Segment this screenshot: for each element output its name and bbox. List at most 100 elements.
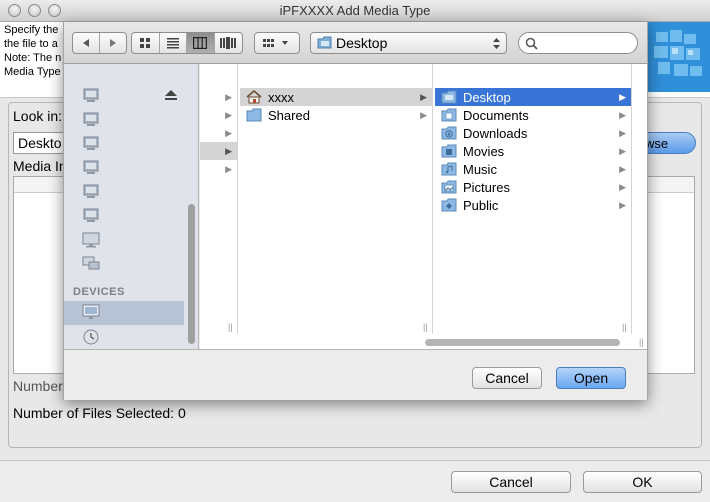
chevron-right-icon: ▶ — [619, 127, 626, 138]
app-logo-icon — [648, 22, 710, 92]
instruction-line: Specify the — [4, 24, 59, 36]
instruction-line: Media Type — [4, 66, 61, 78]
back-arrow-icon — [82, 39, 89, 47]
sidebar-item-time-machine[interactable] — [64, 325, 184, 349]
instruction-line: Note: The n — [4, 52, 62, 64]
sidebar-item-device-computer[interactable] — [64, 301, 184, 325]
chevron-right-icon: ▶ — [225, 127, 232, 138]
item-label: xxxx — [268, 89, 294, 105]
computer-icon — [83, 184, 99, 198]
eject-icon[interactable] — [165, 90, 177, 101]
time-machine-icon — [83, 329, 99, 345]
list-item[interactable]: Music ▶ — [435, 160, 631, 178]
sheet-footer: Cancel Open — [64, 349, 647, 400]
search-icon — [525, 37, 538, 50]
instruction-line: the file to a — [4, 38, 58, 50]
computer-icon — [83, 136, 99, 150]
computer-icon — [83, 88, 99, 102]
list-item[interactable]: xxxx ▶ — [240, 88, 432, 106]
list-item[interactable]: Documents ▶ — [435, 106, 631, 124]
pictures-folder-icon — [441, 180, 457, 194]
downloads-folder-icon — [441, 126, 457, 140]
network-icon — [82, 256, 100, 270]
horizontal-scrollbar[interactable] — [425, 339, 620, 346]
chevron-right-icon: ▶ — [225, 163, 232, 174]
icon-view-icon — [140, 38, 151, 48]
window-title: iPFXXXX Add Media Type — [279, 3, 431, 18]
list-item[interactable]: Movies ▶ — [435, 142, 631, 160]
list-item[interactable]: Downloads ▶ — [435, 124, 631, 142]
column-3: Desktop ▶ Documents ▶ Downloads ▶ Movies… — [435, 64, 632, 334]
column-browser: ▶ ▶ ▶ ▶ ▶ || xxxx ▶ Shared ▶ || Desktop — [200, 64, 647, 349]
list-item[interactable]: Desktop ▶ — [435, 88, 631, 106]
title-bar: iPFXXXX Add Media Type — [0, 0, 710, 22]
location-popup[interactable]: Desktop — [310, 32, 507, 54]
updown-arrows-icon — [493, 38, 500, 49]
media-info-label: Media In — [13, 158, 67, 174]
chevron-right-icon: ▶ — [225, 145, 232, 156]
cancel-button[interactable]: Cancel — [451, 471, 571, 493]
search-field[interactable] — [518, 32, 638, 54]
column-resize-handle[interactable]: || — [423, 322, 428, 332]
bottom-bar: Cancel OK — [0, 460, 710, 502]
open-button[interactable]: Open — [556, 367, 626, 389]
display-icon — [82, 232, 100, 248]
list-item[interactable]: ▶ — [200, 88, 237, 106]
sidebar-item-shared-computer[interactable] — [64, 156, 184, 180]
sidebar-item-shared-computer[interactable] — [64, 84, 184, 108]
chevron-right-icon: ▶ — [420, 91, 427, 102]
music-folder-icon — [441, 162, 457, 176]
sidebar-item-shared-computer[interactable] — [64, 108, 184, 132]
cover-flow-icon — [220, 37, 237, 49]
chevron-right-icon: ▶ — [420, 109, 427, 120]
column-1: ▶ ▶ ▶ ▶ ▶ || — [200, 64, 238, 334]
item-label: Public — [463, 197, 499, 213]
item-label: Downloads — [463, 125, 528, 141]
column-2: xxxx ▶ Shared ▶ || — [240, 64, 433, 334]
column-resize-handle[interactable]: || — [622, 322, 627, 332]
forward-button[interactable] — [100, 33, 126, 53]
computer-icon — [83, 112, 99, 126]
item-label: Documents — [463, 107, 529, 123]
sheet-cancel-button[interactable]: Cancel — [472, 367, 542, 389]
sheet-toolbar: Desktop — [64, 22, 647, 64]
sidebar-item-shared-computer[interactable] — [64, 132, 184, 156]
list-item[interactable]: ▶ — [200, 160, 237, 178]
item-label: Shared — [268, 107, 310, 123]
sidebar-scrollbar[interactable] — [188, 204, 195, 344]
column-resize-handle[interactable]: || — [228, 322, 233, 332]
arrange-button[interactable] — [255, 33, 299, 53]
list-item[interactable]: ▶ — [200, 106, 237, 124]
arrange-grid-icon — [263, 39, 288, 47]
sidebar-item-network[interactable] — [64, 252, 184, 276]
list-item[interactable]: Public ▶ — [435, 196, 631, 214]
instructions: Specify the the file to a Note: The n Me… — [4, 23, 61, 79]
column-view-button[interactable] — [187, 33, 215, 53]
look-in-label: Look in: — [13, 108, 63, 124]
nav-buttons — [72, 32, 127, 54]
list-view-button[interactable] — [160, 33, 187, 53]
list-item[interactable]: ▶ — [200, 142, 237, 160]
list-item[interactable]: ▶ — [200, 124, 237, 142]
computer-icon — [83, 208, 99, 222]
column-resize-handle[interactable]: || — [639, 337, 644, 347]
location-label: Desktop — [336, 35, 388, 51]
ok-button[interactable]: OK — [583, 471, 702, 493]
sidebar-item-shared-computer[interactable] — [64, 180, 184, 204]
devices-header: DEVICES — [73, 286, 125, 298]
public-folder-icon — [441, 198, 457, 212]
list-item[interactable]: Pictures ▶ — [435, 178, 631, 196]
back-button[interactable] — [73, 33, 100, 53]
documents-folder-icon — [441, 108, 457, 122]
arrange-popup[interactable] — [254, 32, 300, 54]
list-item[interactable]: Shared ▶ — [240, 106, 432, 124]
sidebar-item-shared-computer[interactable] — [64, 204, 184, 228]
list-view-icon — [166, 38, 179, 49]
chevron-right-icon: ▶ — [619, 109, 626, 120]
cover-flow-button[interactable] — [215, 33, 242, 53]
icon-view-button[interactable] — [132, 33, 160, 53]
sidebar-item-shared-display[interactable] — [64, 228, 184, 252]
computer-icon — [83, 160, 99, 174]
movies-folder-icon — [441, 144, 457, 158]
item-label: Desktop — [463, 89, 511, 105]
